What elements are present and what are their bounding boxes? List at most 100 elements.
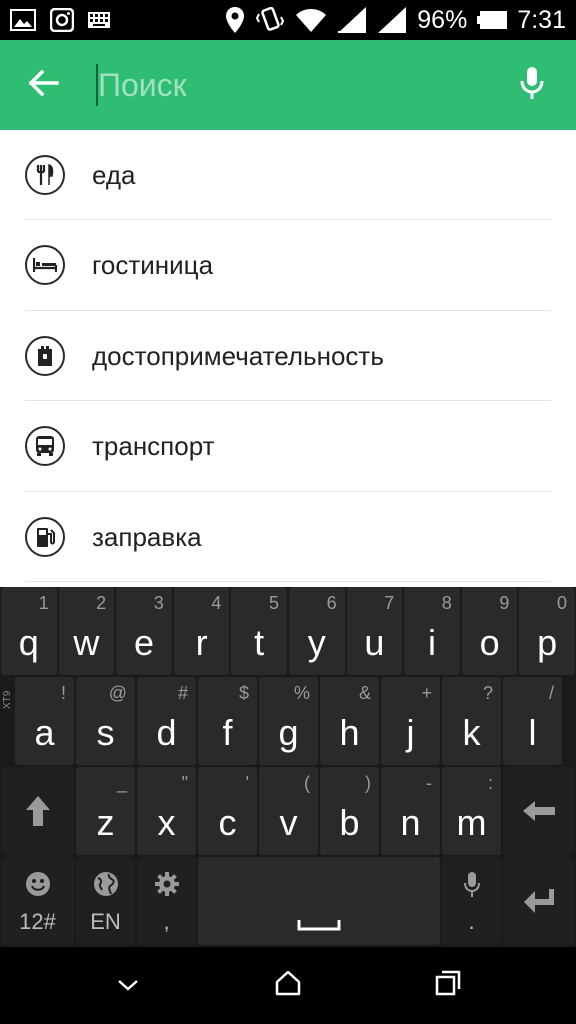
- key-letter: n: [400, 802, 421, 843]
- key-letter: p: [537, 622, 558, 663]
- key-b[interactable]: ) b: [320, 767, 379, 855]
- key-u[interactable]: 7u: [346, 587, 403, 675]
- key-z[interactable]: _ z: [76, 767, 135, 855]
- voice-search-button[interactable]: [510, 63, 554, 107]
- key-letter: r: [195, 622, 208, 663]
- key-i[interactable]: 8i: [404, 587, 460, 675]
- search-field[interactable]: [96, 62, 476, 108]
- key-letter: s: [96, 712, 115, 753]
- key-letter: v: [279, 802, 298, 843]
- hide-keyboard-button[interactable]: [106, 965, 150, 1005]
- battery-icon: [477, 11, 508, 29]
- key-letter: l: [528, 712, 537, 753]
- key-g[interactable]: % g: [259, 677, 318, 765]
- enter-key[interactable]: [503, 857, 575, 945]
- list-item[interactable]: еда: [0, 130, 576, 221]
- key-p[interactable]: 0p: [519, 587, 575, 675]
- backspace-key[interactable]: [503, 767, 575, 855]
- key-m[interactable]: :m: [442, 767, 501, 855]
- key-r[interactable]: 4r: [173, 587, 230, 675]
- key-t[interactable]: 5t: [231, 587, 287, 675]
- hotel-icon: [25, 245, 65, 286]
- symbols-key[interactable]: 12#: [1, 857, 74, 945]
- keyboard-row-4: 12# EN , .: [0, 857, 576, 947]
- soft-keyboard: 1q 2w 3e 4r 5t 6y 7u 8i 9o 0p XT9 ! a @ s …: [0, 587, 576, 947]
- key-hint: 4: [211, 593, 222, 613]
- key-hint: &: [358, 683, 371, 703]
- enter-icon: [503, 857, 575, 945]
- key-k[interactable]: ? k: [442, 677, 501, 765]
- list-item[interactable]: гостиница: [0, 220, 576, 311]
- image-icon: [10, 9, 36, 31]
- key-d[interactable]: # d: [137, 677, 196, 765]
- home-icon: [275, 970, 301, 1000]
- chevron-down-icon: [117, 976, 139, 995]
- voice-period-key[interactable]: .: [442, 857, 501, 945]
- clock: 7:31: [517, 5, 566, 34]
- gear-icon: [137, 871, 196, 897]
- space-bar[interactable]: [198, 857, 440, 945]
- key-h[interactable]: & h: [320, 677, 379, 765]
- keyboard-row-3: _ z " x ' c (v ) b -n :m: [0, 767, 576, 857]
- list-item[interactable]: заправка: [0, 492, 576, 582]
- key-y[interactable]: 6y: [289, 587, 345, 675]
- key-v[interactable]: (v: [259, 767, 318, 855]
- symbols-label: 12#: [19, 909, 56, 934]
- key-letter: h: [339, 712, 360, 753]
- key-e[interactable]: 3e: [116, 587, 172, 675]
- key-l[interactable]: / l: [503, 677, 562, 765]
- key-letter: f: [222, 712, 233, 753]
- key-hint: ?: [482, 683, 493, 703]
- key-x[interactable]: " x: [137, 767, 196, 855]
- back-button[interactable]: [22, 63, 66, 107]
- microphone-icon: [442, 871, 501, 899]
- language-key[interactable]: EN: [76, 857, 135, 945]
- home-button[interactable]: [266, 965, 310, 1005]
- key-letter: x: [157, 802, 176, 843]
- settings-comma-key[interactable]: ,: [137, 857, 196, 945]
- key-j[interactable]: + j: [381, 677, 440, 765]
- key-hint: -: [426, 773, 432, 793]
- recent-apps-button[interactable]: [426, 965, 470, 1005]
- key-hint: ): [365, 773, 371, 793]
- keyboard-row-1: 1q 2w 3e 4r 5t 6y 7u 8i 9o 0p: [0, 587, 576, 677]
- signal-icon-2: [377, 6, 407, 34]
- keyboard-icon: [88, 12, 110, 28]
- key-letter: e: [133, 622, 154, 663]
- signal-icon: [337, 6, 367, 34]
- arrow-left-icon: [28, 69, 59, 100]
- key-hint: $: [238, 683, 249, 703]
- key-a[interactable]: ! a: [15, 677, 74, 765]
- list-item[interactable]: достопримечательность: [0, 311, 576, 402]
- comma-label: ,: [163, 909, 170, 934]
- backspace-icon: [503, 767, 575, 855]
- key-letter: m: [456, 802, 487, 843]
- key-hint: 5: [268, 593, 279, 613]
- status-bar: 96% 7:31: [0, 0, 576, 40]
- wifi-icon: [295, 7, 327, 33]
- key-q[interactable]: 1q: [1, 587, 57, 675]
- key-hint: (: [304, 773, 310, 793]
- key-hint: /: [548, 683, 554, 703]
- key-letter: b: [339, 802, 360, 843]
- restaurant-icon: [25, 155, 65, 195]
- keyboard-row-2: XT9 ! a @ s # d $ f % g & h + j ? k / l: [0, 677, 576, 767]
- list-item-label: гостиница: [92, 250, 214, 281]
- key-f[interactable]: $ f: [198, 677, 257, 765]
- key-hint: 1: [38, 593, 49, 613]
- key-o[interactable]: 9o: [461, 587, 518, 675]
- key-letter: j: [406, 712, 415, 753]
- shift-key[interactable]: [1, 767, 74, 855]
- search-input[interactable]: [98, 62, 468, 108]
- search-app-bar: [0, 40, 576, 130]
- key-s[interactable]: @ s: [76, 677, 135, 765]
- key-hint: #: [177, 683, 188, 703]
- key-c[interactable]: ' c: [198, 767, 257, 855]
- key-letter: t: [254, 622, 265, 663]
- key-n[interactable]: -n: [381, 767, 440, 855]
- key-hint: +: [421, 683, 432, 703]
- key-hint: %: [293, 683, 310, 703]
- key-w[interactable]: 2w: [58, 587, 115, 675]
- list-item[interactable]: транспорт: [0, 401, 576, 492]
- key-letter: a: [34, 712, 55, 753]
